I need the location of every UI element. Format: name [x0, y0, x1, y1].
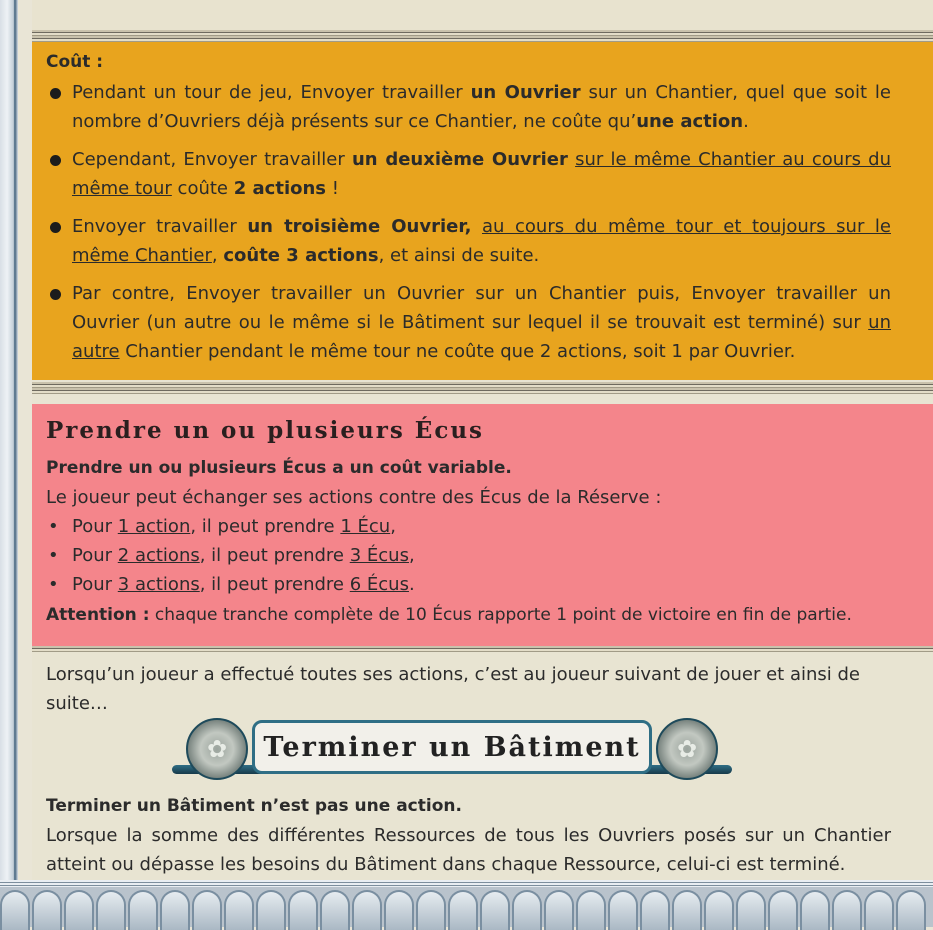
text-run: un Ouvrier	[470, 82, 581, 103]
text-run: Chantier pendant le même tour ne coûte q…	[119, 341, 796, 362]
text-run: Envoyer travailler	[72, 216, 248, 237]
text-run: Pendant un tour de jeu, Envoyer travaill…	[72, 82, 471, 103]
cost-list: Pendant un tour de jeu, Envoyer travaill…	[46, 78, 891, 366]
rosette-icon: ✿	[656, 718, 718, 780]
text-run: , il peut prendre	[190, 516, 341, 537]
text-run: Cependant, Envoyer travailler	[72, 149, 352, 170]
text-run: , il peut prendre	[199, 545, 350, 566]
text-run: Pour	[72, 574, 118, 595]
text-run: coûte 3 actions	[223, 245, 379, 266]
divider-lower	[32, 646, 933, 652]
cost-title: Coût :	[46, 52, 104, 72]
arch-ornament	[384, 890, 414, 930]
text-run: 2 actions	[233, 178, 327, 199]
text-run: ,	[408, 545, 415, 566]
text-run: 1 Écu	[340, 516, 391, 537]
arch-ornament	[832, 890, 862, 930]
arch-ornament	[256, 890, 286, 930]
banner-title: Terminer un Bâtiment	[252, 720, 652, 774]
text-run: 6 Écus	[349, 574, 409, 595]
text-run: coûte	[171, 178, 234, 199]
arch-ornament	[0, 890, 30, 930]
divider-top	[32, 30, 933, 42]
text-run: .	[743, 111, 749, 132]
arch-ornament	[512, 890, 542, 930]
left-edge-frame	[0, 0, 18, 880]
coin-list-item: Pour 1 action, il peut prendre 1 Écu,	[46, 512, 923, 541]
finish-text: Lorsque la somme des différentes Ressour…	[46, 825, 891, 875]
take-coins-section: Prendre un ou plusieurs Écus Prendre un …	[32, 404, 933, 646]
arch-ornament	[576, 890, 606, 930]
text-run: un troisième Ouvrier,	[247, 216, 472, 237]
arch-ornament	[704, 890, 734, 930]
text-run: 2 actions	[117, 545, 200, 566]
arch-ornament	[160, 890, 190, 930]
coin-list-item: Pour 2 actions, il peut prendre 3 Écus,	[46, 541, 923, 570]
text-run: 3 Écus	[349, 545, 409, 566]
text-run: un deuxième Ouvrier	[351, 149, 568, 170]
arch-ornament	[352, 890, 382, 930]
arch-ornament	[64, 890, 94, 930]
arch-ornament	[288, 890, 318, 930]
arch-ornament	[32, 890, 62, 930]
take-coins-intro: Le joueur peut échanger ses actions cont…	[46, 487, 662, 508]
arch-ornament	[544, 890, 574, 930]
coin-list-item: Pour 3 actions, il peut prendre 6 Écus.	[46, 570, 923, 599]
take-coins-title: Prendre un ou plusieurs Écus	[46, 417, 484, 444]
cost-list-item: Par contre, Envoyer travailler un Ouvrie…	[46, 279, 891, 366]
arch-ornament	[672, 890, 702, 930]
arch-ornament	[864, 890, 894, 930]
after-actions-text: Lorsqu’un joueur a effectué toutes ses a…	[46, 664, 860, 714]
text-run	[471, 216, 482, 237]
top-strip	[32, 0, 933, 30]
text-run: 1 action	[117, 516, 191, 537]
arch-ornament	[320, 890, 350, 930]
arch-ornament	[736, 890, 766, 930]
text-run: Pour	[72, 545, 118, 566]
text-run: Par contre, Envoyer travailler un Ouvrie…	[72, 283, 891, 333]
cost-list-item: Cependant, Envoyer travailler un deuxièm…	[46, 145, 891, 203]
arch-ornament	[768, 890, 798, 930]
finish-subtitle: Terminer un Bâtiment n’est pas une actio…	[46, 796, 462, 816]
rules-page: Coût : Pendant un tour de jeu, Envoyer t…	[32, 0, 933, 880]
text-run: , et ainsi de suite.	[378, 245, 540, 266]
arch-ornament	[224, 890, 254, 930]
arch-ornament	[480, 890, 510, 930]
arch-ornament	[192, 890, 222, 930]
text-run: ,	[211, 245, 224, 266]
text-run: !	[326, 178, 339, 199]
attention-note: Attention : chaque tranche complète de 1…	[46, 601, 923, 630]
finish-section: Terminer un Bâtiment n’est pas une actio…	[46, 792, 891, 879]
text-run: ,	[390, 516, 396, 537]
text-run: , il peut prendre	[199, 574, 350, 595]
arch-ornament	[800, 890, 830, 930]
divider-middle	[32, 382, 933, 394]
rosette-icon: ✿	[186, 718, 248, 780]
attention-text: chaque tranche complète de 10 Écus rappo…	[149, 605, 852, 625]
arch-ornament	[896, 890, 926, 930]
cost-list-item: Pendant un tour de jeu, Envoyer travaill…	[46, 78, 891, 136]
text-run: une action	[636, 111, 744, 132]
arch-ornament	[96, 890, 126, 930]
arch-row	[0, 890, 933, 930]
cost-list-item: Envoyer travailler un troisième Ouvrier,…	[46, 212, 891, 270]
arch-ornament	[416, 890, 446, 930]
cost-section: Coût : Pendant un tour de jeu, Envoyer t…	[32, 42, 933, 380]
text-run: Pour	[72, 516, 118, 537]
section-banner: ✿ ✿ Terminer un Bâtiment	[172, 712, 732, 782]
bottom-arch-border	[0, 880, 933, 930]
bottom-border-line	[0, 880, 933, 887]
take-coins-subtitle: Prendre un ou plusieurs Écus a un coût v…	[46, 458, 512, 478]
attention-label: Attention :	[46, 605, 150, 625]
arch-ornament	[608, 890, 638, 930]
coin-list: Pour 1 action, il peut prendre 1 Écu,Pou…	[46, 512, 923, 599]
text-run: 3 actions	[117, 574, 200, 595]
arch-ornament	[128, 890, 158, 930]
arch-ornament	[448, 890, 478, 930]
text-run: .	[408, 574, 415, 595]
arch-ornament	[640, 890, 670, 930]
